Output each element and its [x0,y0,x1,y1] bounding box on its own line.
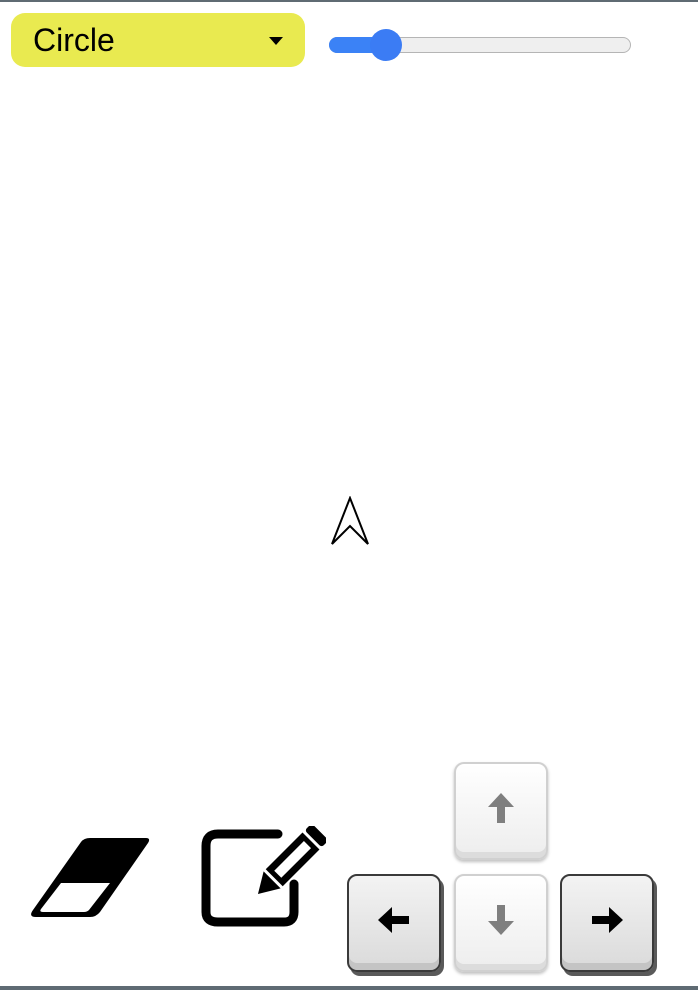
caret-down-icon [269,37,283,45]
arrow-right-icon [592,907,623,933]
top-border [0,0,698,2]
navigation-arrow-icon [331,496,369,545]
edit-pencil-icon[interactable] [198,826,326,928]
slider-thumb[interactable] [370,29,402,61]
arrow-down-key[interactable] [454,874,548,972]
arrow-left-icon [378,907,409,933]
arrow-up-icon [488,793,514,823]
shape-select-value: Circle [33,21,115,58]
drawing-canvas[interactable] [0,80,698,740]
arrow-down-icon [488,905,514,935]
arrow-left-key[interactable] [347,874,441,972]
arrow-right-key[interactable] [560,874,654,972]
shape-select[interactable]: Circle [11,13,305,67]
speed-slider[interactable] [329,29,633,61]
eraser-icon[interactable] [24,834,152,920]
bottom-border [0,986,698,990]
arrow-up-key[interactable] [454,762,548,860]
